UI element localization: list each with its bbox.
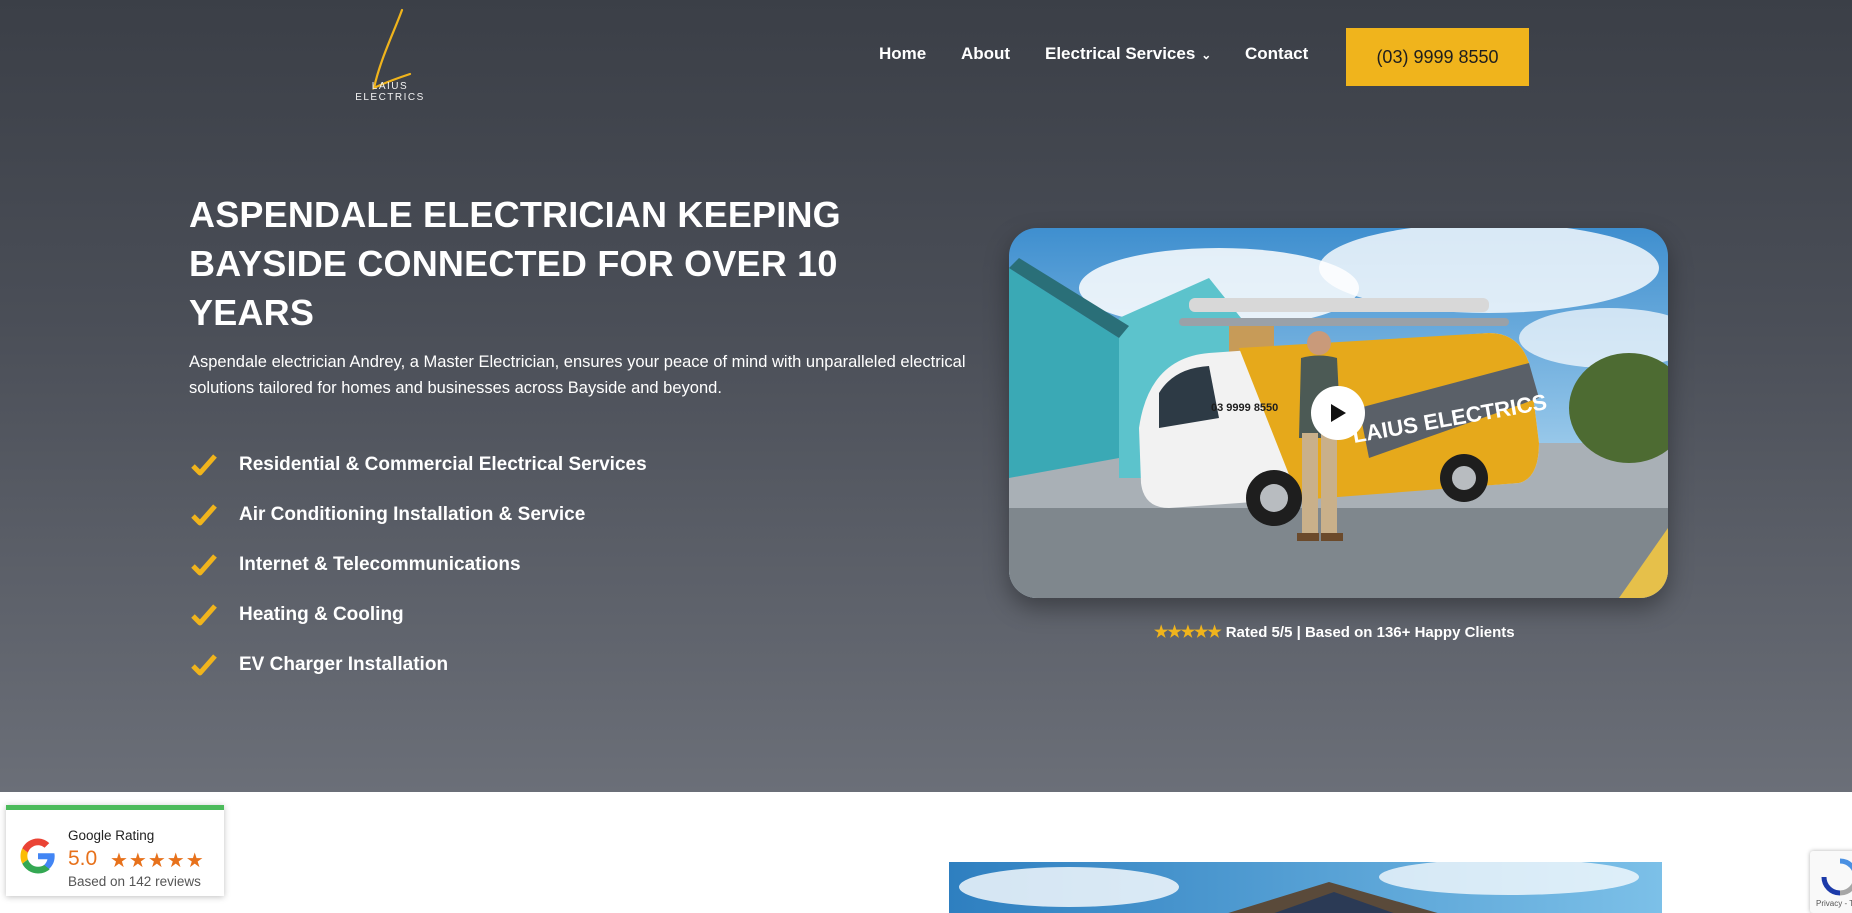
- chevron-down-icon: ⌄: [1201, 47, 1212, 62]
- checkmark-icon: [189, 450, 219, 480]
- play-icon: [1331, 404, 1346, 422]
- service-label: EV Charger Installation: [239, 654, 449, 675]
- logo-text: LAIUS ELECTRICS: [355, 81, 425, 103]
- list-item: Residential & Commercial Electrical Serv…: [189, 440, 647, 490]
- play-button[interactable]: [1311, 386, 1365, 440]
- google-rating-badge[interactable]: Google Rating 5.0 ★★★★★ Based on 142 rev…: [6, 805, 224, 896]
- services-checklist: Residential & Commercial Electrical Serv…: [189, 440, 647, 690]
- nav-contact[interactable]: Contact: [1245, 44, 1308, 64]
- recaptcha-privacy-link[interactable]: Privacy - T: [1816, 899, 1852, 908]
- nav-home[interactable]: Home: [879, 44, 926, 64]
- nav-electrical-services-label: Electrical Services: [1045, 44, 1196, 63]
- rating-stars-icon: ★★★★★: [1154, 624, 1222, 641]
- list-item: EV Charger Installation: [189, 640, 647, 690]
- section-image: [949, 862, 1662, 913]
- list-item: Internet & Telecommunications: [189, 540, 647, 590]
- google-review-count: Based on 142 reviews: [68, 874, 201, 889]
- client-rating: ★★★★★ Rated 5/5 | Based on 136+ Happy Cl…: [1154, 620, 1524, 644]
- roof-solar-image: [949, 862, 1662, 913]
- recaptcha-badge[interactable]: Privacy - T: [1810, 851, 1852, 913]
- hero-section: LAIUS ELECTRICS Home About Electrical Se…: [0, 0, 1852, 792]
- recaptcha-icon: [1821, 858, 1852, 896]
- site-logo[interactable]: LAIUS ELECTRICS: [338, 8, 442, 108]
- google-rating-score: 5.0: [68, 847, 98, 870]
- checkmark-icon: [189, 600, 219, 630]
- nav-about[interactable]: About: [961, 44, 1010, 64]
- hero-headline: ASPENDALE ELECTRICIAN KEEPING BAYSIDE CO…: [189, 194, 841, 333]
- hero-subtext: Aspendale electrician Andrey, a Master E…: [189, 353, 966, 397]
- intro-video[interactable]: 03 9999 8550 LAIUS ELECTRICS: [1009, 228, 1668, 598]
- list-item: Heating & Cooling: [189, 590, 647, 640]
- checkmark-icon: [189, 550, 219, 580]
- google-rating-stars-icon: ★★★★★: [110, 850, 205, 872]
- service-label: Air Conditioning Installation & Service: [239, 504, 586, 525]
- phone-call-button[interactable]: (03) 9999 8550: [1346, 28, 1529, 86]
- service-label: Internet & Telecommunications: [239, 554, 521, 575]
- nav-electrical-services[interactable]: Electrical Services ⌄: [1045, 44, 1211, 64]
- service-label: Residential & Commercial Electrical Serv…: [239, 454, 647, 475]
- checkmark-icon: [189, 650, 219, 680]
- google-g-icon: [20, 838, 55, 874]
- van-phone-text: 03 9999 8550: [1211, 402, 1278, 414]
- service-label: Heating & Cooling: [239, 604, 404, 625]
- rating-text: Rated 5/5 | Based on 136+ Happy Clients: [1225, 623, 1515, 641]
- checkmark-icon: [189, 500, 219, 530]
- google-rating-title: Google Rating: [68, 828, 155, 843]
- list-item: Air Conditioning Installation & Service: [189, 490, 647, 540]
